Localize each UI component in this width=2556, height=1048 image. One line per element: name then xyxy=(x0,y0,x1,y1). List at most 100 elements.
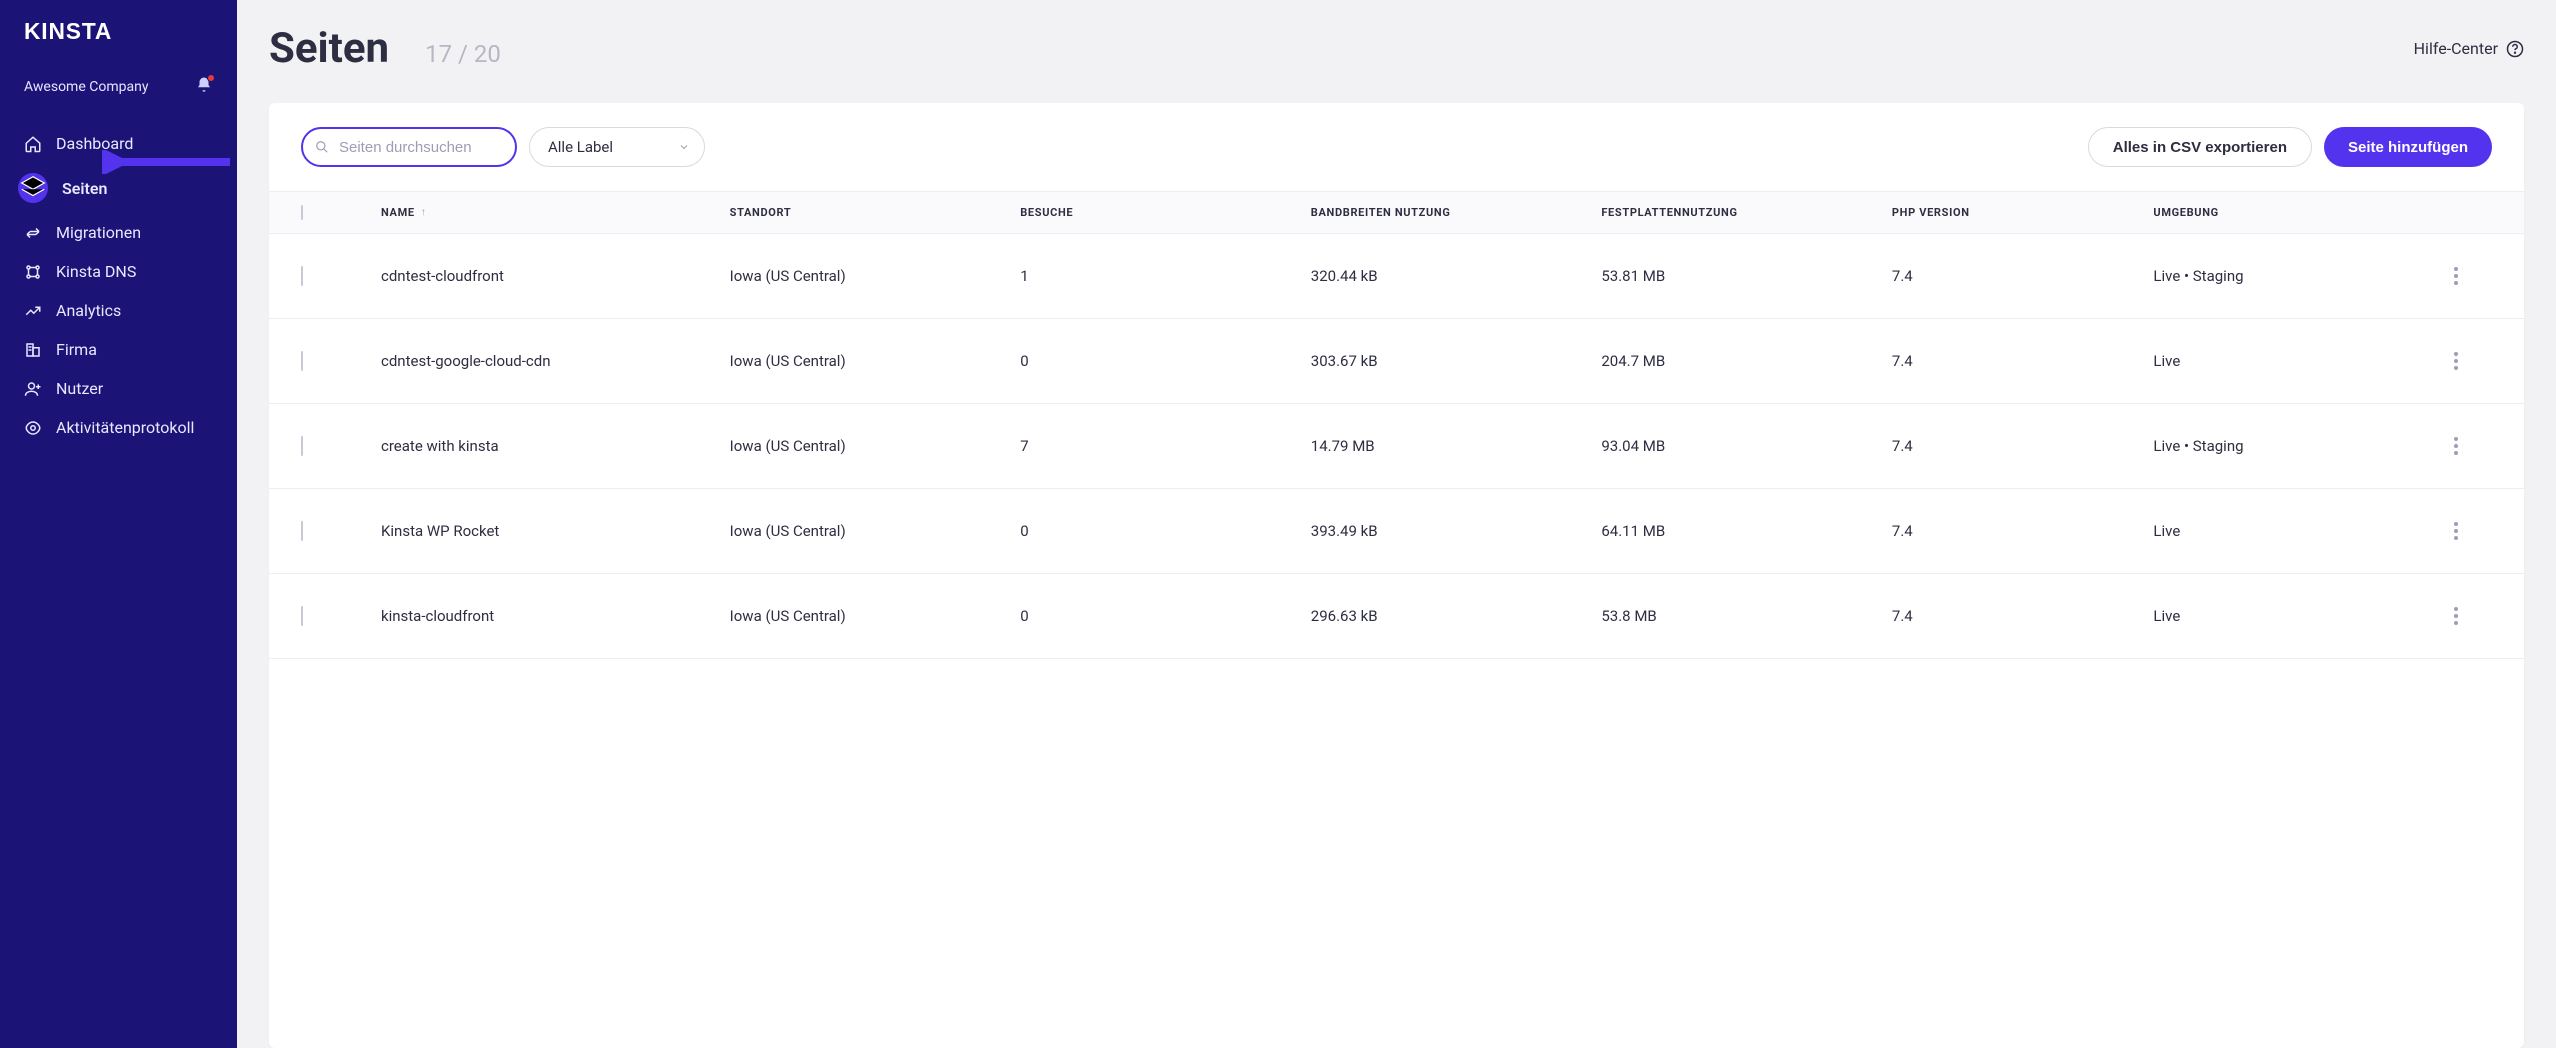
cell-standort: Iowa (US Central) xyxy=(730,267,1021,285)
sidebar-item-label: Aktivitätenprotokoll xyxy=(56,418,194,437)
cell-besuche: 0 xyxy=(1020,352,1311,370)
notifications-bell[interactable] xyxy=(195,76,213,98)
search-icon xyxy=(315,140,329,154)
cell-bandbreite: 14.79 MB xyxy=(1311,437,1602,455)
kinsta-logo-icon: KINSTA xyxy=(24,18,164,46)
row-more-button[interactable] xyxy=(2444,434,2468,458)
row-more-button[interactable] xyxy=(2444,349,2468,373)
sidebar-item-dashboard[interactable]: Dashboard xyxy=(0,124,237,163)
svg-text:KINSTA: KINSTA xyxy=(24,18,112,44)
sites-panel: Alle Label Alles in CSV exportieren Seit… xyxy=(269,103,2524,1048)
cell-php: 7.4 xyxy=(1892,352,2154,370)
cell-besuche: 0 xyxy=(1020,607,1311,625)
sidebar-item-label: Nutzer xyxy=(56,379,103,398)
more-vertical-icon xyxy=(2454,352,2458,370)
row-more-button[interactable] xyxy=(2444,519,2468,543)
cell-php: 7.4 xyxy=(1892,607,2154,625)
cell-umgebung: Live • Staging xyxy=(2153,437,2444,455)
search-input[interactable] xyxy=(301,127,517,167)
label-filter-value: Alle Label xyxy=(548,138,613,156)
select-all-checkbox[interactable] xyxy=(301,205,303,220)
sidebar-nav: Dashboard Seiten Migrationen Kinsta DNS … xyxy=(0,124,237,447)
sidebar-item-seiten[interactable]: Seiten xyxy=(0,163,237,213)
cell-besuche: 0 xyxy=(1020,522,1311,540)
home-icon xyxy=(24,135,42,153)
company-name[interactable]: Awesome Company xyxy=(24,79,148,95)
col-festplatten[interactable]: FESTPLATTENNUTZUNG xyxy=(1601,206,1892,219)
activity-log-icon xyxy=(24,419,42,437)
row-checkbox[interactable] xyxy=(301,351,303,371)
row-checkbox[interactable] xyxy=(301,436,303,456)
page-title: Seiten xyxy=(269,24,389,73)
sidebar-item-analytics[interactable]: Analytics xyxy=(0,291,237,330)
row-more-button[interactable] xyxy=(2444,604,2468,628)
col-umgebung[interactable]: UMGEBUNG xyxy=(2153,206,2444,219)
col-standort[interactable]: STANDORT xyxy=(730,206,1021,219)
cell-besuche: 7 xyxy=(1020,437,1311,455)
cell-besuche: 1 xyxy=(1020,267,1311,285)
add-site-button[interactable]: Seite hinzufügen xyxy=(2324,127,2492,167)
cell-name: cdntest-cloudfront xyxy=(381,267,730,285)
cell-festplatte: 93.04 MB xyxy=(1601,437,1892,455)
more-vertical-icon xyxy=(2454,437,2458,455)
table-row[interactable]: Kinsta WP RocketIowa (US Central)0393.49… xyxy=(269,489,2524,574)
cell-umgebung: Live xyxy=(2153,607,2444,625)
sidebar-item-label: Firma xyxy=(56,340,97,359)
sidebar-item-kinsta-dns[interactable]: Kinsta DNS xyxy=(0,252,237,291)
table-body: cdntest-cloudfrontIowa (US Central)1320.… xyxy=(269,234,2524,1048)
sidebar-item-aktivitatenprotokoll[interactable]: Aktivitätenprotokoll xyxy=(0,408,237,447)
more-vertical-icon xyxy=(2454,267,2458,285)
company-icon xyxy=(24,341,42,359)
cell-festplatte: 64.11 MB xyxy=(1601,522,1892,540)
cell-standort: Iowa (US Central) xyxy=(730,522,1021,540)
cell-bandbreite: 296.63 kB xyxy=(1311,607,1602,625)
cell-name: cdntest-google-cloud-cdn xyxy=(381,352,730,370)
cell-php: 7.4 xyxy=(1892,267,2154,285)
row-more-button[interactable] xyxy=(2444,264,2468,288)
sidebar-item-label: Seiten xyxy=(62,179,107,198)
more-vertical-icon xyxy=(2454,607,2458,625)
label-filter-select[interactable]: Alle Label xyxy=(529,127,705,167)
row-checkbox[interactable] xyxy=(301,521,303,541)
col-name[interactable]: NAME xyxy=(381,206,415,219)
table-row[interactable]: kinsta-cloudfrontIowa (US Central)0296.6… xyxy=(269,574,2524,659)
cell-name: kinsta-cloudfront xyxy=(381,607,730,625)
cell-php: 7.4 xyxy=(1892,437,2154,455)
cell-umgebung: Live xyxy=(2153,352,2444,370)
sidebar-item-nutzer[interactable]: Nutzer xyxy=(0,369,237,408)
cell-umgebung: Live • Staging xyxy=(2153,267,2444,285)
col-php[interactable]: PHP VERSION xyxy=(1892,206,2154,219)
help-center-link[interactable]: Hilfe-Center xyxy=(2414,39,2524,58)
page-header: Seiten 17 / 20 Hilfe-Center xyxy=(269,24,2524,73)
layers-icon xyxy=(18,173,48,203)
cell-bandbreite: 303.67 kB xyxy=(1311,352,1602,370)
more-vertical-icon xyxy=(2454,522,2458,540)
sort-arrow-icon: ↑ xyxy=(421,207,427,218)
cell-standort: Iowa (US Central) xyxy=(730,437,1021,455)
sidebar-item-label: Kinsta DNS xyxy=(56,262,136,281)
help-icon xyxy=(2506,40,2524,58)
sidebar-item-migrationen[interactable]: Migrationen xyxy=(0,213,237,252)
main-content: Seiten 17 / 20 Hilfe-Center Alle Label xyxy=(237,0,2556,1048)
table-row[interactable]: cdntest-cloudfrontIowa (US Central)1320.… xyxy=(269,234,2524,319)
sidebar-item-firma[interactable]: Firma xyxy=(0,330,237,369)
row-checkbox[interactable] xyxy=(301,266,303,286)
row-checkbox[interactable] xyxy=(301,606,303,626)
chevron-down-icon xyxy=(678,141,690,153)
migrate-icon xyxy=(24,224,42,242)
sidebar: KINSTA Awesome Company Dashboard Seiten … xyxy=(0,0,237,1048)
cell-standort: Iowa (US Central) xyxy=(730,352,1021,370)
col-bandbreiten[interactable]: BANDBREITEN NUTZUNG xyxy=(1311,206,1602,219)
cell-festplatte: 204.7 MB xyxy=(1601,352,1892,370)
export-csv-button[interactable]: Alles in CSV exportieren xyxy=(2088,127,2312,167)
help-center-label: Hilfe-Center xyxy=(2414,39,2498,58)
col-besuche[interactable]: BESUCHE xyxy=(1020,206,1311,219)
table-header-row: NAME ↑ STANDORT BESUCHE BANDBREITEN NUTZ… xyxy=(269,191,2524,234)
search-wrap xyxy=(301,127,517,167)
table-row[interactable]: cdntest-google-cloud-cdnIowa (US Central… xyxy=(269,319,2524,404)
cell-name: Kinsta WP Rocket xyxy=(381,522,730,540)
cell-name: create with kinsta xyxy=(381,437,730,455)
notification-dot-icon xyxy=(207,74,215,82)
panel-toolbar: Alle Label Alles in CSV exportieren Seit… xyxy=(269,103,2524,191)
table-row[interactable]: create with kinstaIowa (US Central)714.7… xyxy=(269,404,2524,489)
